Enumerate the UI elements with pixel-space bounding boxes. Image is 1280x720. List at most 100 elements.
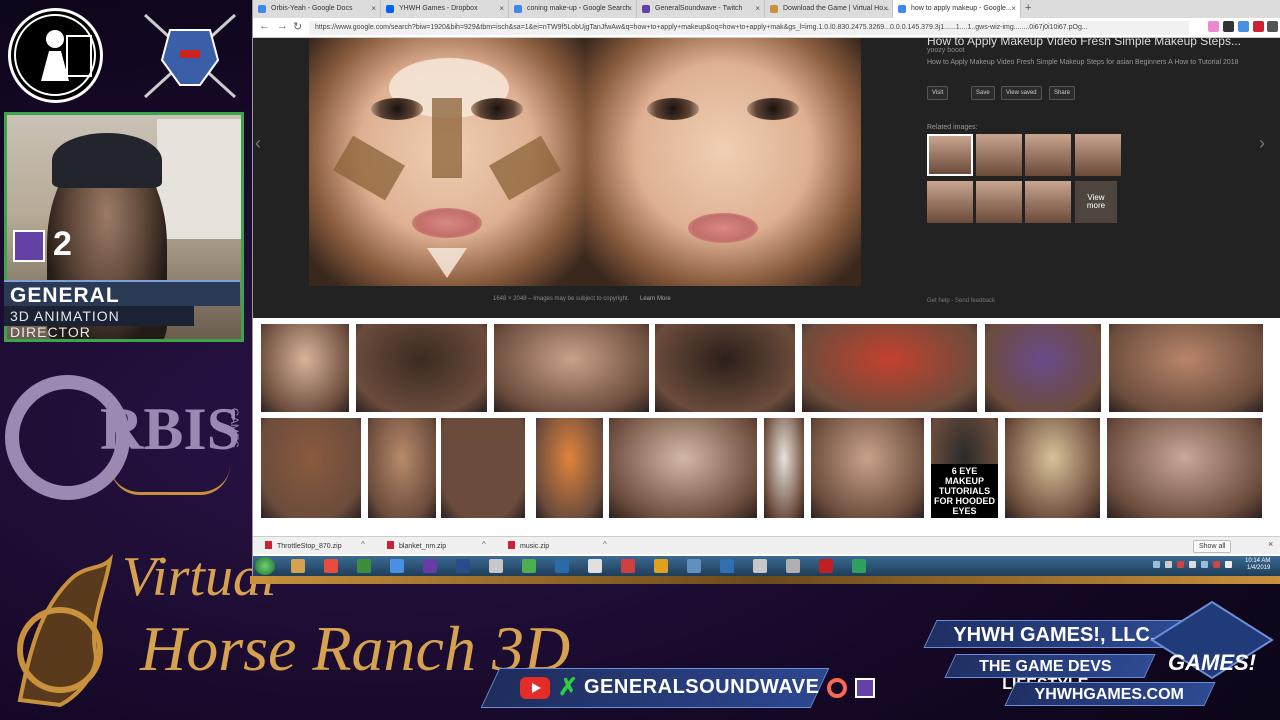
- image-thumbnail[interactable]: [985, 324, 1101, 412]
- panel-footer[interactable]: Get help - Send feedback: [927, 298, 995, 304]
- tray-icon[interactable]: [1165, 561, 1172, 568]
- taskbar-app-icon[interactable]: [522, 559, 536, 573]
- related-images-label: Related images:: [927, 124, 978, 131]
- close-tab-icon[interactable]: ×: [499, 4, 504, 13]
- image-thumbnail[interactable]: [261, 324, 349, 412]
- taskbar-app-icon[interactable]: [555, 559, 569, 573]
- tray-icon[interactable]: [1213, 561, 1220, 568]
- tray-icon[interactable]: [1201, 561, 1208, 568]
- related-image[interactable]: [927, 134, 973, 176]
- url-field[interactable]: https://www.google.com/search?biw=1920&b…: [309, 21, 1189, 35]
- extension-icon[interactable]: [1253, 21, 1264, 32]
- taskbar-app-icon[interactable]: [621, 559, 635, 573]
- chevron-up-icon[interactable]: ^: [482, 540, 486, 549]
- main-image[interactable]: [309, 38, 861, 286]
- download-item[interactable]: blanket_nm.zip: [387, 541, 446, 550]
- related-image[interactable]: [1075, 134, 1121, 176]
- related-image[interactable]: [1025, 134, 1071, 176]
- view-saved-button[interactable]: View saved: [1001, 86, 1042, 100]
- image-thumbnail[interactable]: [811, 418, 924, 518]
- related-image[interactable]: [927, 181, 973, 223]
- close-tab-icon[interactable]: ×: [1011, 4, 1016, 13]
- image-thumbnail[interactable]: [1109, 324, 1263, 412]
- taskbar-app-icon[interactable]: [819, 559, 833, 573]
- image-thumbnail[interactable]: [356, 324, 487, 412]
- extension-icon[interactable]: [1208, 21, 1219, 32]
- clock[interactable]: 10:14 AM 1/4/2019: [1245, 558, 1270, 572]
- download-item[interactable]: music.zip: [508, 541, 549, 550]
- taskbar-app-icon[interactable]: [588, 559, 602, 573]
- menu-icon[interactable]: [1267, 21, 1278, 32]
- back-icon[interactable]: ←: [259, 20, 270, 32]
- related-image[interactable]: [976, 181, 1022, 223]
- share-button[interactable]: Share: [1049, 86, 1076, 100]
- download-item[interactable]: ThrottleStop_870.zip: [265, 541, 342, 550]
- show-all-downloads-button[interactable]: Show all: [1193, 540, 1232, 553]
- extension-icon[interactable]: [1238, 21, 1249, 32]
- view-more-button[interactable]: View more: [1075, 181, 1117, 223]
- browser-tab[interactable]: Download the Game | Virtual Ho... ×: [765, 0, 893, 18]
- extension-icon[interactable]: [1223, 21, 1234, 32]
- close-tab-icon[interactable]: ×: [371, 4, 376, 13]
- download-bar: ThrottleStop_870.zip ^ blanket_nm.zip ^ …: [253, 536, 1280, 554]
- previous-image-icon[interactable]: ‹: [255, 133, 261, 154]
- image-thumbnail[interactable]: [261, 418, 361, 518]
- image-thumbnail[interactable]: [441, 418, 525, 518]
- taskbar-app-icon[interactable]: [786, 559, 800, 573]
- next-image-icon[interactable]: ›: [1259, 133, 1265, 154]
- taskbar-app-icon[interactable]: [324, 559, 338, 573]
- image-thumbnail[interactable]: [494, 324, 649, 412]
- image-thumbnail[interactable]: [609, 418, 757, 518]
- streamer-cap: [52, 133, 162, 188]
- taskbar-app-icon[interactable]: [291, 559, 305, 573]
- image-thumbnail[interactable]: [764, 418, 804, 518]
- related-image[interactable]: [976, 134, 1022, 176]
- face-right: [585, 38, 861, 286]
- start-button[interactable]: [255, 557, 275, 575]
- tray-icon[interactable]: [1189, 561, 1196, 568]
- taskbar-app-icon[interactable]: [489, 559, 503, 573]
- visit-button[interactable]: Visit: [927, 86, 949, 100]
- related-image[interactable]: [1025, 181, 1071, 223]
- taskbar-app-icon[interactable]: [423, 559, 437, 573]
- learn-more-link[interactable]: Learn More: [640, 296, 671, 302]
- tab-favicon: [514, 5, 522, 13]
- save-button[interactable]: Save: [971, 86, 995, 100]
- taskbar-app-icon[interactable]: [687, 559, 701, 573]
- image-caption: 1648 × 2048 – Images may be subject to c…: [493, 296, 630, 302]
- image-thumbnail[interactable]: [802, 324, 977, 412]
- taskbar-app-icon[interactable]: [852, 559, 866, 573]
- taskbar-app-icon[interactable]: [456, 559, 470, 573]
- image-thumbnail[interactable]: [655, 324, 795, 412]
- tray-icon[interactable]: [1177, 561, 1184, 568]
- tray-icon[interactable]: [1153, 561, 1160, 568]
- close-icon[interactable]: ×: [1268, 539, 1273, 549]
- image-thumbnail[interactable]: 6 EYE MAKEUP TUTORIALS FOR HOODED EYES: [931, 418, 998, 518]
- forward-icon[interactable]: →: [277, 20, 288, 32]
- taskbar-app-icon[interactable]: [720, 559, 734, 573]
- chevron-up-icon[interactable]: ^: [603, 540, 607, 549]
- taskbar-app-icon[interactable]: [357, 559, 371, 573]
- browser-tab[interactable]: YHWH Games - Dropbox ×: [381, 0, 509, 18]
- close-tab-icon[interactable]: ×: [755, 4, 760, 13]
- image-thumbnail[interactable]: [368, 418, 436, 518]
- reload-icon[interactable]: ↻: [293, 20, 302, 33]
- taskbar-app-icon[interactable]: [753, 559, 767, 573]
- browser-tab[interactable]: how to apply makeup - Google... ×: [893, 0, 1021, 18]
- browser-tab[interactable]: GeneralSoundwave - Twitch ×: [637, 0, 765, 18]
- image-title[interactable]: How to Apply Makeup Video Fresh Simple M…: [927, 34, 1241, 48]
- taskbar-app-icon[interactable]: [390, 559, 404, 573]
- browser-tab[interactable]: Orbis-Yeah - Google Docs ×: [253, 0, 381, 18]
- taskbar-app-icon[interactable]: [654, 559, 668, 573]
- close-tab-icon[interactable]: ×: [627, 4, 632, 13]
- chevron-up-icon[interactable]: ^: [361, 540, 365, 549]
- close-tab-icon[interactable]: ×: [883, 4, 888, 13]
- divider-bar: [250, 576, 1280, 584]
- volume-icon[interactable]: [1225, 561, 1232, 568]
- new-tab-button[interactable]: +: [1021, 0, 1039, 18]
- browser-tab[interactable]: coning make-up - Google Search ×: [509, 0, 637, 18]
- image-thumbnail[interactable]: [536, 418, 603, 518]
- image-thumbnail[interactable]: [1005, 418, 1100, 518]
- tab-favicon: [386, 5, 394, 13]
- image-thumbnail[interactable]: [1107, 418, 1262, 518]
